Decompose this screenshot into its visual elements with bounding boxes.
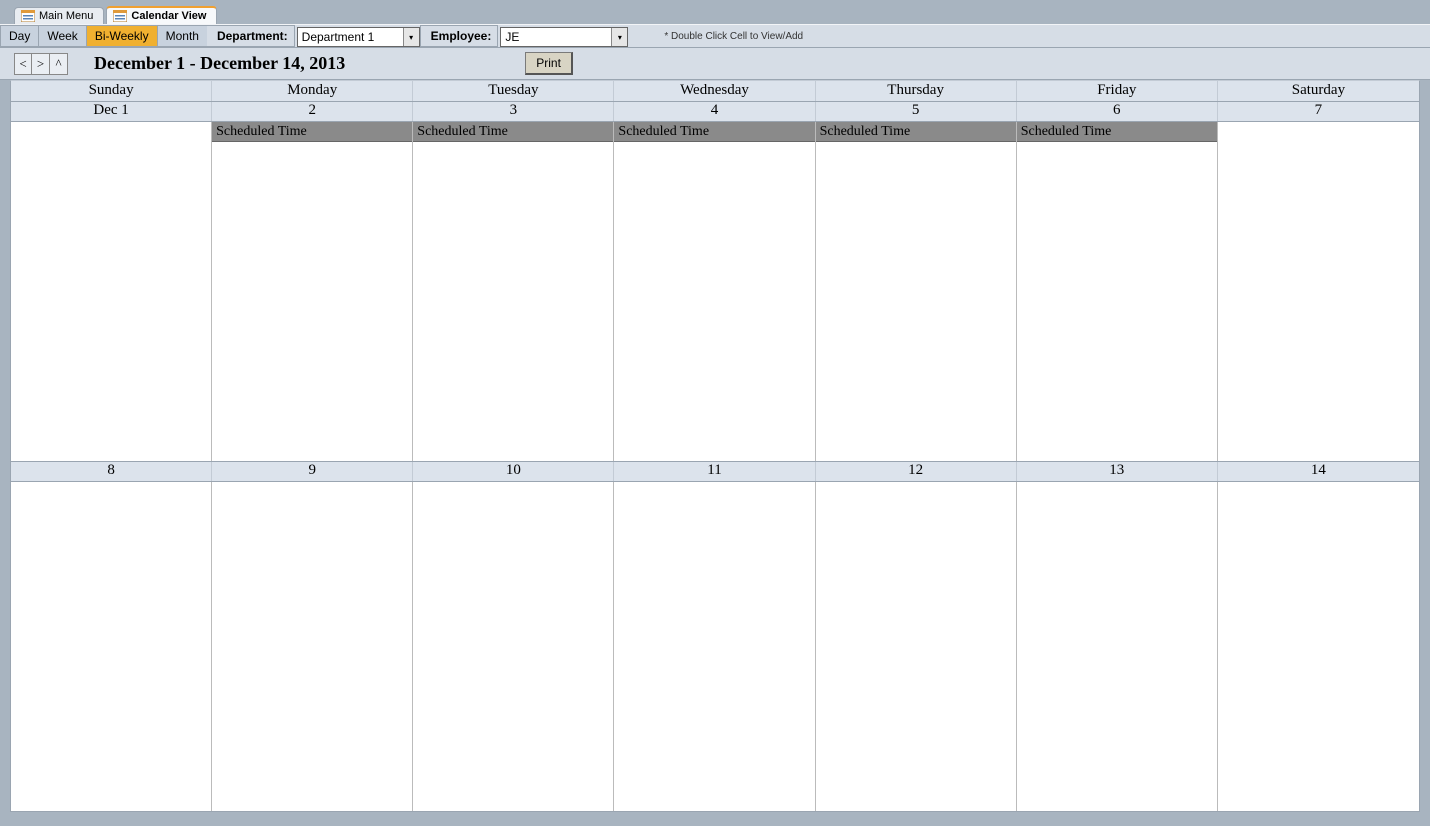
department-dropdown[interactable]: ▾ — [297, 27, 420, 47]
date-cell: 13 — [1017, 462, 1218, 481]
date-cell: 10 — [413, 462, 614, 481]
calendar-cell[interactable] — [413, 482, 614, 811]
week2-body — [10, 482, 1420, 812]
scheduled-time-label: Scheduled Time — [1017, 122, 1217, 142]
employee-label: Employee: — [420, 25, 499, 47]
day-header: Tuesday — [413, 81, 614, 101]
date-cell: Dec 1 — [11, 102, 212, 121]
prev-button[interactable]: < — [14, 53, 32, 75]
date-cell: 8 — [11, 462, 212, 481]
tab-calendar-view[interactable]: Calendar View — [106, 6, 217, 24]
week1-date-row: Dec 1 2 3 4 5 6 7 — [10, 102, 1420, 122]
tab-main-menu[interactable]: Main Menu — [14, 7, 104, 24]
calendar: Sunday Monday Tuesday Wednesday Thursday… — [0, 80, 1430, 812]
date-cell: 7 — [1218, 102, 1419, 121]
date-cell: 6 — [1017, 102, 1218, 121]
calendar-cell[interactable]: Scheduled Time — [1017, 122, 1218, 461]
day-header: Wednesday — [614, 81, 815, 101]
date-cell: 14 — [1218, 462, 1419, 481]
day-header: Friday — [1017, 81, 1218, 101]
calendar-cell[interactable] — [11, 122, 212, 461]
view-week-button[interactable]: Week — [38, 25, 85, 47]
calendar-cell[interactable] — [212, 482, 413, 811]
date-cell: 4 — [614, 102, 815, 121]
date-cell: 5 — [816, 102, 1017, 121]
date-range: December 1 - December 14, 2013 — [94, 53, 345, 74]
chevron-down-icon[interactable]: ▾ — [403, 28, 419, 46]
calendar-cell[interactable] — [1218, 482, 1419, 811]
date-cell: 2 — [212, 102, 413, 121]
date-cell: 12 — [816, 462, 1017, 481]
calendar-cell[interactable]: Scheduled Time — [413, 122, 614, 461]
calendar-cell[interactable] — [816, 482, 1017, 811]
view-month-button[interactable]: Month — [157, 25, 207, 47]
hint-text: * Double Click Cell to View/Add — [628, 25, 803, 47]
calendar-cell[interactable] — [1218, 122, 1419, 461]
tab-bar: Main Menu Calendar View — [0, 0, 1430, 24]
date-cell: 9 — [212, 462, 413, 481]
tab-label: Main Menu — [39, 10, 93, 22]
date-cell: 11 — [614, 462, 815, 481]
scheduled-time-label: Scheduled Time — [212, 122, 412, 142]
print-button[interactable]: Print — [525, 52, 573, 75]
form-icon — [113, 10, 127, 22]
employee-input[interactable] — [501, 28, 611, 46]
scheduled-time-label: Scheduled Time — [413, 122, 613, 142]
chevron-down-icon[interactable]: ▾ — [611, 28, 627, 46]
form-icon — [21, 10, 35, 22]
week2-date-row: 8 9 10 11 12 13 14 — [10, 462, 1420, 482]
department-label: Department: — [207, 25, 295, 47]
calendar-cell[interactable]: Scheduled Time — [614, 122, 815, 461]
nav-row: < > ^ December 1 - December 14, 2013 Pri… — [0, 48, 1430, 80]
department-input[interactable] — [298, 28, 403, 46]
view-biweekly-button[interactable]: Bi-Weekly — [86, 25, 157, 47]
days-header: Sunday Monday Tuesday Wednesday Thursday… — [10, 80, 1420, 102]
next-button[interactable]: > — [32, 53, 50, 75]
view-day-button[interactable]: Day — [0, 25, 38, 47]
day-header: Saturday — [1218, 81, 1419, 101]
date-cell: 3 — [413, 102, 614, 121]
employee-dropdown[interactable]: ▾ — [500, 27, 628, 47]
scheduled-time-label: Scheduled Time — [816, 122, 1016, 142]
today-button[interactable]: ^ — [50, 53, 68, 75]
day-header: Sunday — [11, 81, 212, 101]
day-header: Monday — [212, 81, 413, 101]
scheduled-time-label: Scheduled Time — [614, 122, 814, 142]
tab-label: Calendar View — [131, 10, 206, 22]
calendar-cell[interactable] — [1017, 482, 1218, 811]
week1-body: Scheduled Time Scheduled Time Scheduled … — [10, 122, 1420, 462]
calendar-cell[interactable] — [614, 482, 815, 811]
calendar-cell[interactable]: Scheduled Time — [212, 122, 413, 461]
calendar-cell[interactable]: Scheduled Time — [816, 122, 1017, 461]
calendar-cell[interactable] — [11, 482, 212, 811]
view-toolbar: Day Week Bi-Weekly Month Department: ▾ E… — [0, 24, 1430, 48]
day-header: Thursday — [816, 81, 1017, 101]
